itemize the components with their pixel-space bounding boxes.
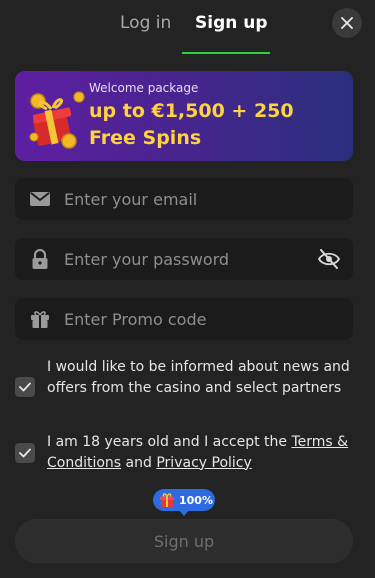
banner-subtitle: Welcome package <box>89 81 199 95</box>
news-consent-row: I would like to be informed about news a… <box>15 357 355 419</box>
sign-up-button[interactable]: Sign up <box>15 519 353 563</box>
close-button[interactable] <box>332 8 362 38</box>
close-icon <box>341 17 353 29</box>
lock-icon <box>32 249 48 269</box>
gift-icon <box>160 493 174 507</box>
gift-icon <box>31 311 49 328</box>
checkmark-icon <box>19 382 31 392</box>
age-consent-checkbox[interactable] <box>15 443 35 463</box>
password-field-container[interactable] <box>15 238 353 280</box>
email-field[interactable] <box>64 178 314 220</box>
welcome-banner: Welcome package up to €1,500 + 250 Free … <box>15 71 353 161</box>
promo-code-field[interactable] <box>64 298 314 340</box>
progress-label: 100% <box>179 493 213 507</box>
active-tab-indicator <box>182 52 270 54</box>
age-consent-prefix: I am 18 years old and I accept the <box>47 434 292 450</box>
tab-login[interactable]: Log in <box>120 12 171 34</box>
promo-field-container[interactable] <box>15 298 353 340</box>
age-consent-text: I am 18 years old and I accept the Terms… <box>47 432 352 473</box>
age-consent-and: and <box>121 454 157 471</box>
news-consent-text: I would like to be informed about news a… <box>47 359 350 396</box>
age-consent-row: I am 18 years old and I accept the Terms… <box>15 432 355 474</box>
auth-tabs: Log in Sign up <box>0 0 375 54</box>
news-consent-checkbox[interactable] <box>15 377 35 397</box>
checkmark-icon <box>19 448 31 458</box>
gift-box-icon <box>29 91 85 149</box>
banner-title: up to €1,500 + 250 Free Spins <box>89 100 294 149</box>
progress-badge: 100% <box>153 489 215 516</box>
eye-off-icon[interactable] <box>318 249 340 269</box>
password-field[interactable] <box>64 238 314 280</box>
tab-signup[interactable]: Sign up <box>195 12 268 34</box>
email-field-container[interactable] <box>15 178 353 220</box>
privacy-link[interactable]: Privacy Policy <box>156 455 251 471</box>
email-icon <box>30 192 50 206</box>
